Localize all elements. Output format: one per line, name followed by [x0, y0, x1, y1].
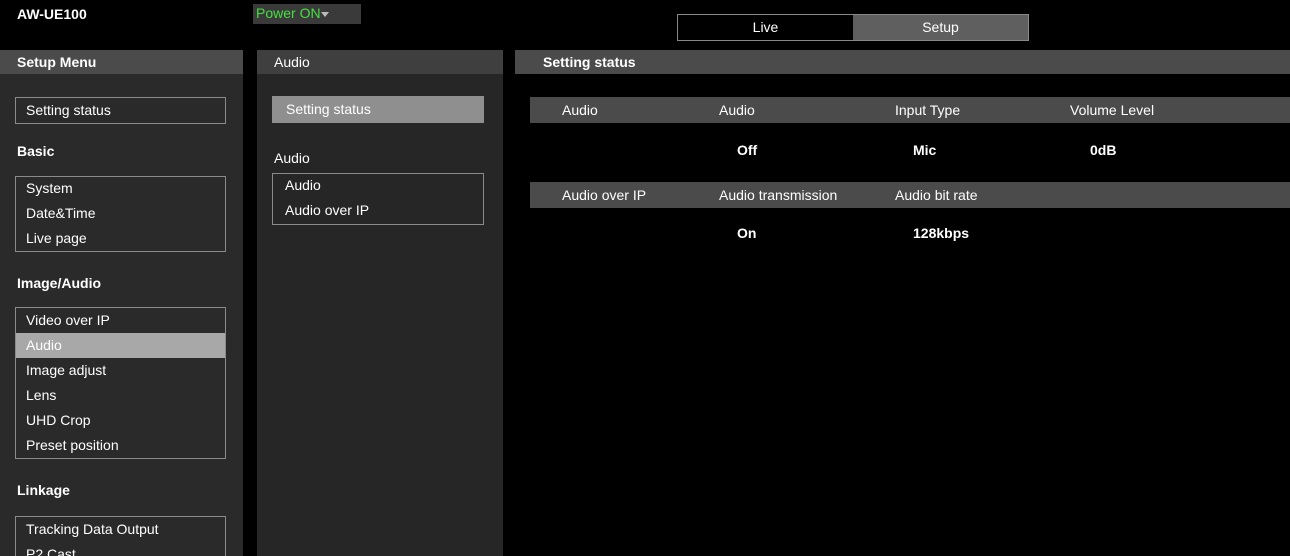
sidebar-linkage-box: Tracking Data Output P2 Cast [15, 516, 226, 556]
input-type-value: Mic [913, 142, 937, 158]
audio-ip-status-header: Audio over IP Audio transmission Audio b… [530, 182, 1290, 208]
setup-menu-title: Setup Menu [0, 50, 243, 74]
submenu-group-audio: Audio [274, 150, 310, 166]
setting-status-panel: Audio Audio Input Type Volume Level Off … [515, 74, 1290, 556]
audio-value: Off [737, 142, 758, 158]
sidebar-item-p2-cast[interactable]: P2 Cast [16, 542, 225, 556]
audio-bit-rate-value: 128kbps [913, 225, 970, 241]
sidebar-item-tracking-data-output[interactable]: Tracking Data Output [16, 517, 225, 542]
sidebar-group-image-audio: Image/Audio [17, 275, 102, 291]
volume-level-column-header: Volume Level [1070, 102, 1155, 118]
sidebar-setting-status-box: Setting status [15, 97, 226, 124]
sidebar-item-video-over-ip[interactable]: Video over IP [16, 308, 225, 333]
column-divider [243, 50, 257, 556]
sidebar-image-audio-box: Video over IP Audio Image adjust Lens UH… [15, 307, 226, 459]
audio-status-header: Audio Audio Input Type Volume Level [530, 97, 1290, 123]
top-bar: AW-UE100 Power ON Live Setup [0, 0, 1290, 47]
audio-transmission-column-header: Audio transmission [719, 187, 838, 203]
audio-bit-rate-column-header: Audio bit rate [895, 187, 978, 203]
audio-submenu: Setting status Audio Audio Audio over IP [257, 74, 503, 556]
power-dropdown[interactable]: Power ON [253, 4, 361, 24]
submenu-box: Audio Audio over IP [272, 173, 484, 225]
submenu-setting-status-button[interactable]: Setting status [272, 96, 484, 123]
sidebar-group-basic: Basic [17, 143, 55, 159]
sidebar-item-live-page[interactable]: Live page [16, 226, 225, 251]
audio-status-values: Off Mic 0dB [530, 137, 1290, 163]
sidebar-item-audio[interactable]: Audio [16, 333, 225, 358]
sidebar-group-linkage: Linkage [17, 482, 70, 498]
sidebar-item-preset-position[interactable]: Preset position [16, 433, 225, 458]
sidebar-item-image-adjust[interactable]: Image adjust [16, 358, 225, 383]
sidebar-item-uhd-crop[interactable]: UHD Crop [16, 408, 225, 433]
submenu-item-audio[interactable]: Audio [273, 174, 483, 199]
setup-sidebar: Setting status Basic System Date&Time Li… [0, 74, 243, 556]
tab-live[interactable]: Live [678, 15, 853, 40]
input-type-column-header: Input Type [895, 102, 961, 118]
sidebar-item-lens[interactable]: Lens [16, 383, 225, 408]
audio-menu-title: Audio [257, 50, 503, 74]
tab-setup[interactable]: Setup [853, 15, 1028, 40]
audio-column-header: Audio [719, 102, 755, 118]
audio-section-label: Audio [562, 102, 598, 118]
audio-transmission-value: On [737, 225, 757, 241]
power-status: Power ON [256, 5, 321, 21]
chevron-down-icon [321, 12, 329, 17]
volume-level-value: 0dB [1090, 142, 1117, 158]
sidebar-item-date-time[interactable]: Date&Time [16, 201, 225, 226]
sidebar-item-setting-status[interactable]: Setting status [16, 98, 225, 123]
audio-ip-section-label: Audio over IP [562, 187, 647, 203]
submenu-item-audio-over-ip[interactable]: Audio over IP [273, 199, 483, 224]
setting-status-title: Setting status [515, 50, 1290, 74]
sidebar-basic-box: System Date&Time Live page [15, 176, 226, 252]
audio-ip-status-values: On 128kbps [530, 220, 1290, 246]
sidebar-item-system[interactable]: System [16, 177, 225, 201]
mode-tabs: Live Setup [677, 14, 1029, 41]
model-name: AW-UE100 [17, 6, 87, 22]
